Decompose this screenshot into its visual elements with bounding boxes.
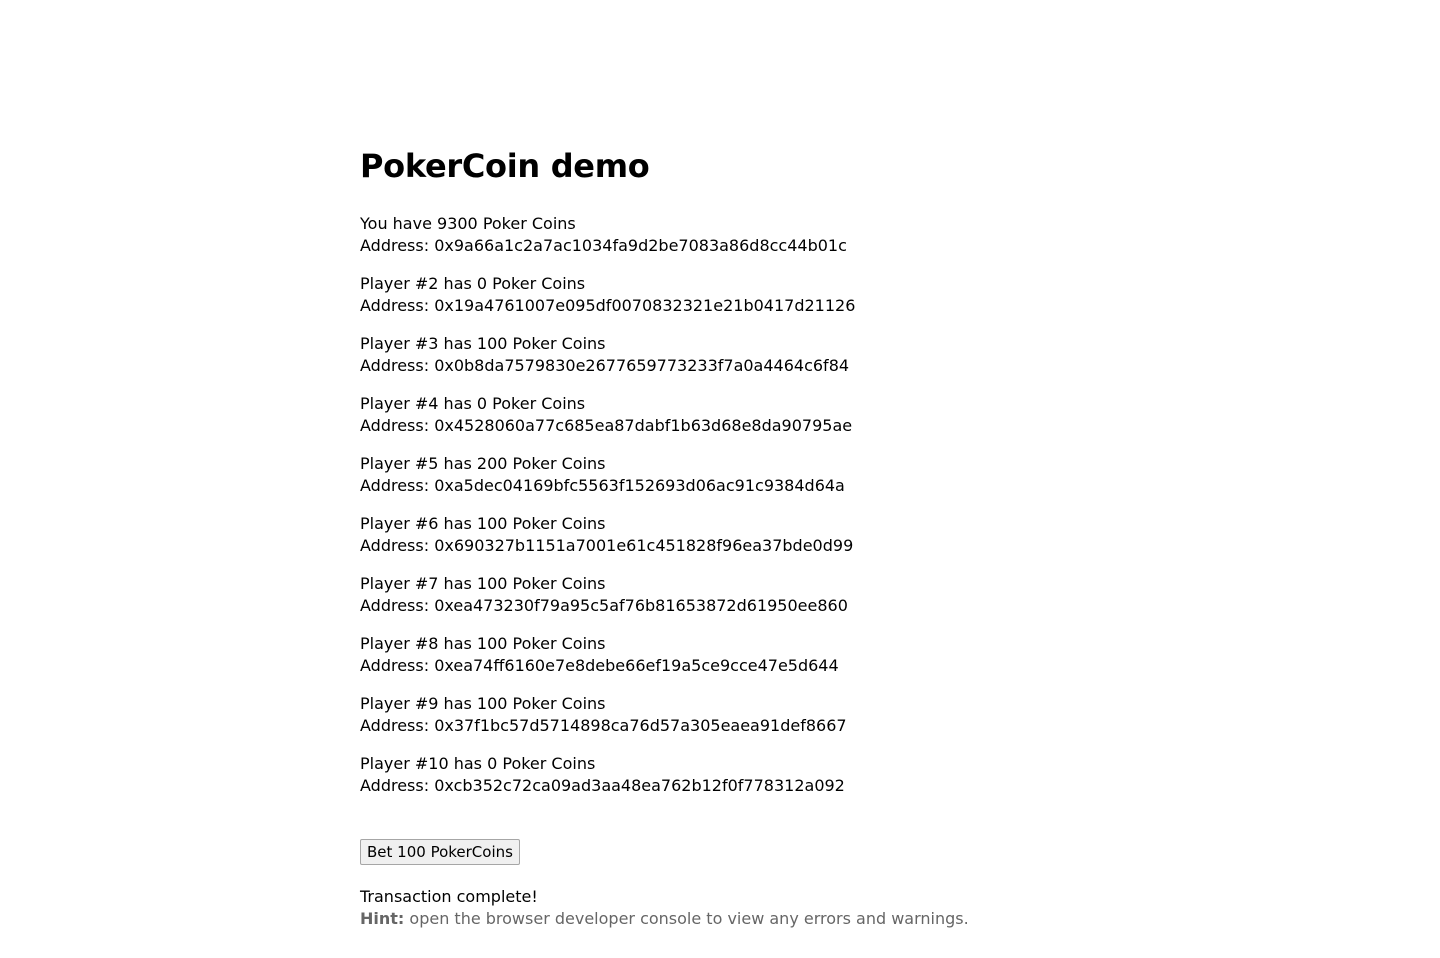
bet-area: Bet 100 PokerCoins: [360, 839, 1120, 865]
player-balance: Player #6 has 100 Poker Coins: [360, 514, 606, 533]
player-entry: Player #5 has 200 Poker Coins Address: 0…: [360, 453, 1120, 497]
hint-label: Hint:: [360, 909, 405, 928]
player-entry: Player #4 has 0 Poker Coins Address: 0x4…: [360, 393, 1120, 437]
player-balance: Player #8 has 100 Poker Coins: [360, 634, 606, 653]
player-balance: Player #9 has 100 Poker Coins: [360, 694, 606, 713]
player-entry: Player #8 has 100 Poker Coins Address: 0…: [360, 633, 1120, 677]
player-address: Address: 0xea74ff6160e7e8debe66ef19a5ce9…: [360, 656, 839, 675]
player-address: Address: 0xa5dec04169bfc5563f152693d06ac…: [360, 476, 845, 495]
player-balance: Player #7 has 100 Poker Coins: [360, 574, 606, 593]
player-entry: Player #3 has 100 Poker Coins Address: 0…: [360, 333, 1120, 377]
player-entry: Player #10 has 0 Poker Coins Address: 0x…: [360, 753, 1120, 797]
player-address: Address: 0x37f1bc57d5714898ca76d57a305ea…: [360, 716, 847, 735]
player-balance: Player #4 has 0 Poker Coins: [360, 394, 586, 413]
player-entry: Player #7 has 100 Poker Coins Address: 0…: [360, 573, 1120, 617]
player-address: Address: 0x0b8da7579830e2677659773233f7a…: [360, 356, 850, 375]
player-entry: Player #6 has 100 Poker Coins Address: 0…: [360, 513, 1120, 557]
player-address: Address: 0x4528060a77c685ea87dabf1b63d68…: [360, 416, 853, 435]
player-address: Address: 0xea473230f79a95c5af76b81653872…: [360, 596, 848, 615]
main-container: PokerCoin demo You have 9300 Poker Coins…: [360, 144, 1120, 930]
player-balance: Player #10 has 0 Poker Coins: [360, 754, 596, 773]
page-title: PokerCoin demo: [360, 147, 650, 185]
hint-message: open the browser developer console to vi…: [404, 909, 969, 928]
player-address: Address: 0x19a4761007e095df0070832321e21…: [360, 296, 856, 315]
player-address: Address: 0x9a66a1c2a7ac1034fa9d2be7083a8…: [360, 236, 847, 255]
player-balance: Player #3 has 100 Poker Coins: [360, 334, 606, 353]
transaction-status: Transaction complete!: [360, 887, 538, 906]
player-balance: Player #2 has 0 Poker Coins: [360, 274, 586, 293]
player-address: Address: 0xcb352c72ca09ad3aa48ea762b12f0…: [360, 776, 845, 795]
player-balance: You have 9300 Poker Coins: [360, 214, 576, 233]
player-entry: Player #9 has 100 Poker Coins Address: 0…: [360, 693, 1120, 737]
player-list: You have 9300 Poker Coins Address: 0x9a6…: [360, 213, 1120, 797]
player-entry: You have 9300 Poker Coins Address: 0x9a6…: [360, 213, 1120, 257]
bet-button[interactable]: Bet 100 PokerCoins: [360, 839, 520, 865]
player-entry: Player #2 has 0 Poker Coins Address: 0x1…: [360, 273, 1120, 317]
player-address: Address: 0x690327b1151a7001e61c451828f96…: [360, 536, 854, 555]
hint-text: Hint: open the browser developer console…: [360, 908, 1120, 930]
player-balance: Player #5 has 200 Poker Coins: [360, 454, 606, 473]
